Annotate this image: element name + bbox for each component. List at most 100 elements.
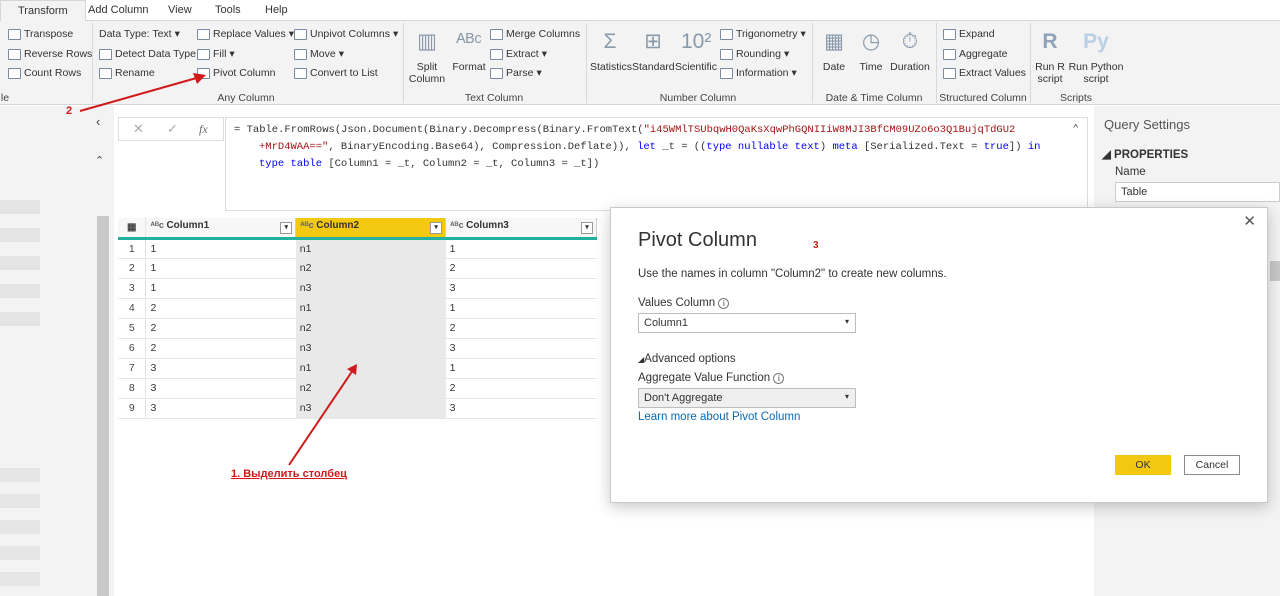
tab-view[interactable]: View: [168, 4, 192, 16]
info-icon: [720, 67, 733, 79]
transpose-icon: [8, 28, 21, 40]
statistics-button[interactable]: Σ Statistics: [590, 27, 632, 73]
tab-tools[interactable]: Tools: [215, 4, 241, 16]
column-header-column3[interactable]: ᴬᴮc Column3 ▾: [445, 218, 597, 240]
replace-values-button[interactable]: Replace Values ▾: [197, 28, 294, 40]
aggregate-button[interactable]: Aggregate: [943, 48, 1007, 60]
split-column-icon: ▥: [417, 30, 437, 53]
scroll-up-icon[interactable]: ⌃: [95, 154, 104, 167]
information-button[interactable]: Information ▾: [720, 67, 797, 79]
table-row: 8 3 n2 2: [118, 378, 597, 399]
duration-button[interactable]: ⏱ Duration: [888, 27, 932, 73]
trig-icon: [720, 28, 733, 40]
tab-add-column[interactable]: Add Column: [88, 4, 149, 16]
format-icon: ᴬᴮᶜ: [456, 30, 482, 53]
formula-toolbar: ✕ ✓ fx: [118, 117, 224, 141]
data-type-dropdown[interactable]: Data Type: Text ▾: [99, 28, 180, 40]
extract-values-button[interactable]: Extract Values: [943, 67, 1026, 79]
cancel-formula-icon[interactable]: ✕: [133, 121, 144, 137]
rounding-button[interactable]: Rounding ▾: [720, 48, 789, 60]
blurred-query-list: [0, 186, 40, 336]
annotation-step-1: 1. Выделить столбец: [231, 468, 347, 480]
properties-heading: ◢ PROPERTIES: [1102, 149, 1189, 161]
fill-button[interactable]: Fill ▾: [197, 48, 235, 60]
filter-dropdown-icon[interactable]: ▾: [430, 222, 443, 235]
expand-icon: [943, 28, 956, 40]
date-button[interactable]: ▦ Date: [816, 27, 852, 73]
move-button[interactable]: Move ▾: [294, 48, 344, 60]
ribbon-tabs: Transform Add Column View Tools Help: [0, 0, 1280, 22]
chevron-down-icon: ▾: [844, 317, 849, 326]
table-row: 4 2 n1 1: [118, 298, 597, 319]
dialog-title: Pivot Column: [638, 229, 757, 251]
power-icon: 10²: [681, 30, 712, 53]
filter-dropdown-icon[interactable]: ▾: [581, 222, 593, 235]
count-rows-button[interactable]: Count Rows: [8, 67, 81, 79]
table-row: 7 3 n1 1: [118, 358, 597, 379]
close-icon[interactable]: ✕: [1243, 212, 1256, 230]
expand-button[interactable]: Expand: [943, 28, 995, 40]
info-icon[interactable]: i: [718, 298, 730, 309]
unpivot-columns-button[interactable]: Unpivot Columns ▾: [294, 28, 398, 40]
values-column-label: Values Column i: [638, 297, 730, 309]
table-menu-icon[interactable]: ▦: [118, 218, 147, 240]
scrollbar[interactable]: [97, 216, 109, 596]
convert-to-list-button[interactable]: Convert to List: [294, 67, 378, 79]
extract-icon: [490, 48, 503, 60]
pivot-column-button[interactable]: Pivot Column: [197, 67, 275, 79]
formula-editor[interactable]: = Table.FromRows(Json.Document(Binary.De…: [225, 117, 1088, 211]
sigma-icon: Σ: [603, 30, 617, 53]
collapse-chevron-icon[interactable]: ‹: [96, 114, 100, 129]
confirm-formula-icon[interactable]: ✓: [167, 121, 178, 137]
scientific-button[interactable]: 10² Scientific: [675, 27, 717, 73]
table-row: 9 3 n3 3: [118, 398, 597, 419]
rename-button[interactable]: Rename: [99, 67, 155, 79]
stopwatch-icon: ⏱: [901, 30, 919, 53]
divider: [936, 23, 937, 103]
tab-transform[interactable]: Transform: [0, 0, 86, 22]
fx-icon[interactable]: fx: [199, 122, 208, 137]
extract-button[interactable]: Extract ▾: [490, 48, 547, 60]
column-header-column2[interactable]: ᴬᴮc Column2 ▾: [295, 218, 447, 240]
trigonometry-button[interactable]: Trigonometry ▾: [720, 28, 806, 40]
cancel-button[interactable]: Cancel: [1184, 455, 1240, 475]
move-icon: [294, 48, 307, 60]
python-icon: Py: [1083, 30, 1109, 53]
aggregate-label: Aggregate Value Function i: [638, 372, 785, 384]
group-label-number-column: Number Column: [659, 92, 737, 104]
learn-more-link[interactable]: Learn more about Pivot Column: [638, 411, 800, 423]
ribbon: Transpose Reverse Rows Count Rows le Dat…: [0, 21, 1280, 105]
unpivot-icon: [294, 28, 307, 40]
info-icon[interactable]: i: [773, 373, 785, 384]
merge-columns-button[interactable]: Merge Columns: [490, 28, 580, 40]
advanced-options-toggle[interactable]: ◢Advanced options: [638, 353, 736, 365]
collapse-formula-icon[interactable]: ⌃: [1072, 122, 1079, 139]
transpose-button[interactable]: Transpose: [8, 28, 73, 40]
values-column-dropdown[interactable]: Column1 ▾: [638, 313, 856, 333]
aggregate-function-dropdown[interactable]: Don't Aggregate ▾: [638, 388, 856, 408]
table-row: 1 1 n1 1: [118, 238, 597, 259]
reverse-rows-icon: [8, 48, 21, 60]
applied-step-selected[interactable]: [1270, 261, 1280, 281]
filter-dropdown-icon[interactable]: ▾: [280, 222, 293, 235]
column-header-column1[interactable]: ᴬᴮc Column1 ▾: [145, 218, 297, 240]
fill-icon: [197, 48, 210, 60]
reverse-rows-button[interactable]: Reverse Rows: [8, 48, 92, 60]
standard-button[interactable]: ⊞ Standard: [632, 27, 675, 73]
format-button[interactable]: ᴬᴮᶜ Format: [450, 27, 488, 73]
group-label-scripts: Scripts: [1059, 92, 1093, 104]
calendar-icon: ▦: [824, 30, 844, 53]
ok-button[interactable]: OK: [1115, 455, 1171, 475]
parse-button[interactable]: Parse ▾: [490, 67, 542, 79]
blurred-query-list: [0, 456, 40, 586]
text-type-icon: ᴬᴮc: [300, 220, 317, 231]
time-button[interactable]: ◷ Time: [854, 27, 888, 73]
tab-help[interactable]: Help: [265, 4, 288, 16]
run-python-script-button[interactable]: Py Run Python script: [1068, 27, 1124, 85]
group-label-table: le: [0, 92, 10, 104]
split-column-button[interactable]: ▥ Split Column: [405, 27, 449, 85]
query-name-input[interactable]: Table: [1115, 182, 1280, 202]
queries-pane: ‹ ⌃: [0, 106, 114, 596]
detect-data-type-button[interactable]: Detect Data Type: [99, 48, 196, 60]
run-r-script-button[interactable]: R Run R script: [1034, 27, 1066, 85]
